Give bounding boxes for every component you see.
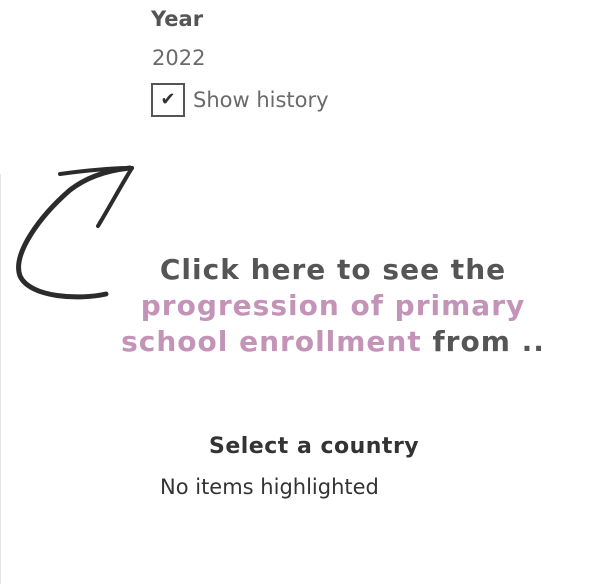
- callout-accent-line3: school enrollment: [121, 325, 422, 358]
- year-filter-title: Year: [151, 7, 204, 31]
- show-history-label[interactable]: Show history: [193, 86, 329, 114]
- enrollment-progression-link[interactable]: Click here to see the progression of pri…: [100, 252, 566, 360]
- country-select-title: Select a country: [209, 434, 420, 459]
- country-select-status: No items highlighted: [160, 475, 379, 499]
- callout-line1: Click here to see the: [159, 253, 507, 286]
- callout-accent-line2: progression of primary: [140, 289, 526, 322]
- show-history-toggle[interactable]: ✔ Show history: [151, 82, 329, 118]
- callout-line3-tail: from ..: [421, 325, 545, 358]
- divider: [0, 174, 1, 584]
- show-history-checkbox[interactable]: ✔: [151, 83, 185, 117]
- dashboard-panel: Year 2022 ✔ Show history Click here to s…: [0, 0, 606, 584]
- year-filter-value[interactable]: 2022: [152, 44, 205, 72]
- checkmark-icon: ✔: [160, 89, 176, 110]
